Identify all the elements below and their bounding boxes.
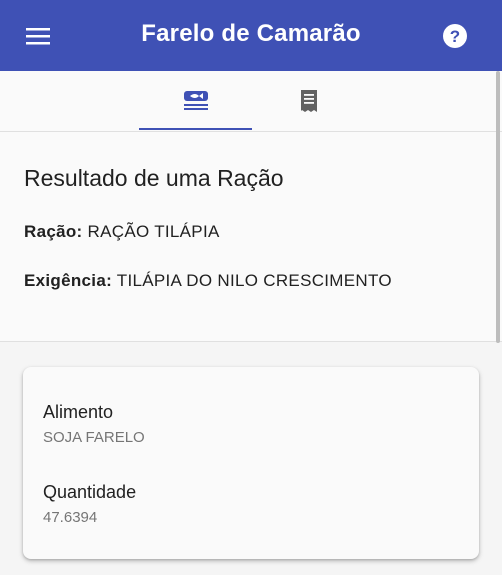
app-bar: Farelo de Camarão ?	[0, 0, 502, 71]
ingredient-card: Alimento SOJA FARELO Quantidade 47.6394	[23, 367, 479, 559]
tab-indicator	[139, 128, 252, 130]
svg-text:?: ?	[450, 27, 460, 46]
exigencia-row: Exigência: TILÁPIA DO NILO CRESCIMENTO	[24, 271, 392, 291]
result-heading: Resultado de uma Ração	[24, 165, 284, 191]
scrollbar[interactable]	[496, 71, 500, 343]
alimento-label: Alimento	[43, 402, 114, 422]
help-button[interactable]: ?	[437, 18, 473, 54]
fish-food-icon	[183, 91, 208, 110]
result-panel: Resultado de uma Ração Ração: RAÇÃO TILÁ…	[0, 132, 502, 342]
help-icon: ?	[443, 24, 467, 48]
racao-value: RAÇÃO TILÁPIA	[87, 222, 220, 241]
quantidade-value: 47.6394	[43, 509, 98, 526]
alimento-value: SOJA FARELO	[43, 429, 145, 446]
app-title: Farelo de Camarão	[141, 20, 361, 47]
receipt-icon	[300, 90, 317, 112]
tab-result[interactable]	[139, 71, 252, 131]
tab-report[interactable]	[252, 71, 365, 131]
racao-row: Ração: RAÇÃO TILÁPIA	[24, 222, 220, 242]
tab-bar	[0, 71, 502, 132]
exigencia-value: TILÁPIA DO NILO CRESCIMENTO	[116, 271, 392, 290]
quantidade-label: Quantidade	[43, 482, 137, 502]
racao-label: Ração:	[24, 222, 83, 241]
exigencia-label: Exigência:	[24, 271, 113, 290]
